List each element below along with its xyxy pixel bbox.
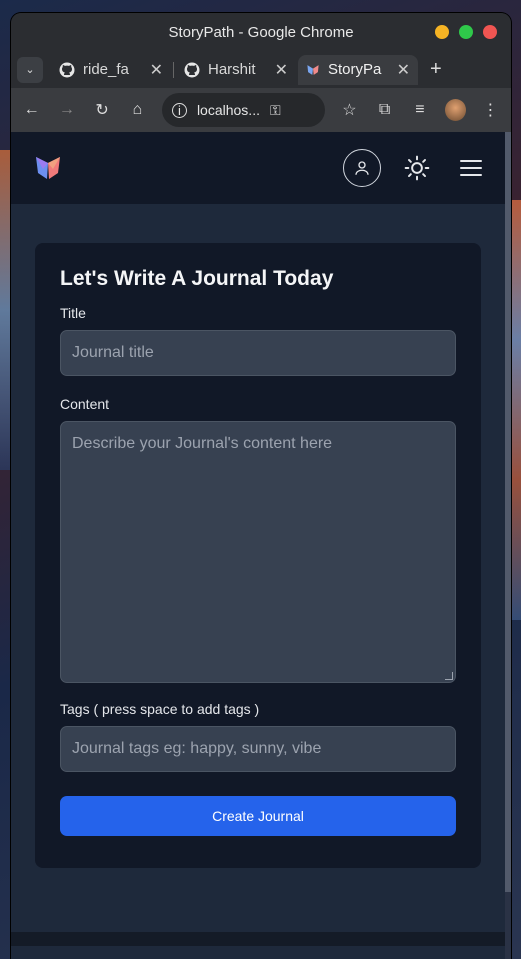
close-button[interactable]: [483, 25, 497, 39]
back-icon[interactable]: ←: [21, 101, 42, 119]
window-title: StoryPath - Google Chrome: [168, 23, 354, 41]
title-placeholder: Journal title: [72, 344, 154, 361]
profile-button[interactable]: [343, 149, 381, 187]
reload-icon[interactable]: ↻: [91, 100, 112, 120]
header-actions: [343, 149, 489, 187]
create-journal-button[interactable]: Create Journal: [60, 796, 456, 836]
tab-harshit[interactable]: Harshit ✕: [176, 55, 296, 85]
tab-search-button[interactable]: ⌄: [17, 56, 43, 83]
app-header: [11, 132, 511, 204]
address-bar[interactable]: i localhos... ⚿: [161, 93, 325, 127]
tags-placeholder: Journal tags eg: happy, sunny, vibe: [72, 740, 322, 757]
journal-form-card: Let's Write A Journal Today Title Journa…: [35, 243, 481, 868]
tab-separator: [173, 61, 174, 78]
page-footer-strip: [11, 932, 505, 946]
media-controls-icon[interactable]: ≡: [409, 101, 430, 119]
maximize-button[interactable]: [459, 25, 473, 39]
minimize-button[interactable]: [435, 25, 449, 39]
password-key-icon[interactable]: ⚿: [270, 102, 281, 119]
github-icon: [184, 62, 200, 77]
scrollbar-thumb[interactable]: [505, 132, 511, 892]
github-icon: [59, 62, 75, 77]
content-textarea[interactable]: Describe your Journal's content here: [60, 421, 456, 683]
app-viewport: Let's Write A Journal Today Title Journa…: [11, 132, 511, 959]
close-tab-icon[interactable]: ✕: [275, 60, 288, 80]
tab-label: ride_fa: [83, 61, 129, 78]
close-tab-icon[interactable]: ✕: [150, 60, 163, 80]
menu-kebab-icon[interactable]: ⋮: [480, 100, 501, 120]
window-controls: [435, 25, 497, 39]
close-tab-icon[interactable]: ✕: [397, 60, 410, 80]
storypath-icon: [307, 64, 319, 75]
extensions-icon[interactable]: ⧉: [374, 101, 395, 119]
theme-toggle-button[interactable]: [399, 150, 435, 186]
storypath-logo-icon[interactable]: [33, 153, 63, 183]
tab-storypath[interactable]: StoryPa ✕: [298, 54, 418, 85]
tab-strip: ⌄ ride_fa ✕ Harshit ✕ StoryPa ✕ +: [11, 51, 511, 88]
forward-icon[interactable]: →: [56, 101, 77, 119]
title-bar: StoryPath - Google Chrome: [11, 13, 511, 51]
home-icon[interactable]: ⌂: [127, 101, 148, 119]
tab-label: StoryPa: [328, 61, 382, 78]
new-tab-button[interactable]: +: [420, 58, 452, 81]
site-info-icon[interactable]: i: [171, 102, 187, 118]
tab-ride-fa[interactable]: ride_fa ✕: [51, 55, 171, 85]
content-placeholder: Describe your Journal's content here: [72, 435, 333, 452]
browser-window: StoryPath - Google Chrome ⌄ ride_fa ✕ Ha…: [11, 13, 511, 959]
form-heading: Let's Write A Journal Today: [60, 267, 334, 290]
tags-label: Tags ( press space to add tags ): [60, 701, 260, 717]
browser-toolbar: ← → ↻ ⌂ i localhos... ⚿ ☆ ⧉ ≡ ⋮: [11, 88, 511, 132]
tab-label: Harshit: [208, 61, 256, 78]
resize-handle[interactable]: [445, 672, 453, 680]
url-text: localhos...: [196, 102, 260, 118]
title-input[interactable]: Journal title: [60, 330, 456, 376]
sun-icon: [404, 155, 430, 181]
tags-input[interactable]: Journal tags eg: happy, sunny, vibe: [60, 726, 456, 772]
hamburger-icon: [460, 160, 482, 176]
content-label: Content: [60, 396, 110, 412]
hamburger-menu-button[interactable]: [453, 150, 489, 186]
title-label: Title: [60, 305, 86, 321]
user-icon: [355, 161, 369, 175]
bookmark-star-icon[interactable]: ☆: [339, 100, 360, 120]
profile-avatar[interactable]: [444, 99, 466, 121]
